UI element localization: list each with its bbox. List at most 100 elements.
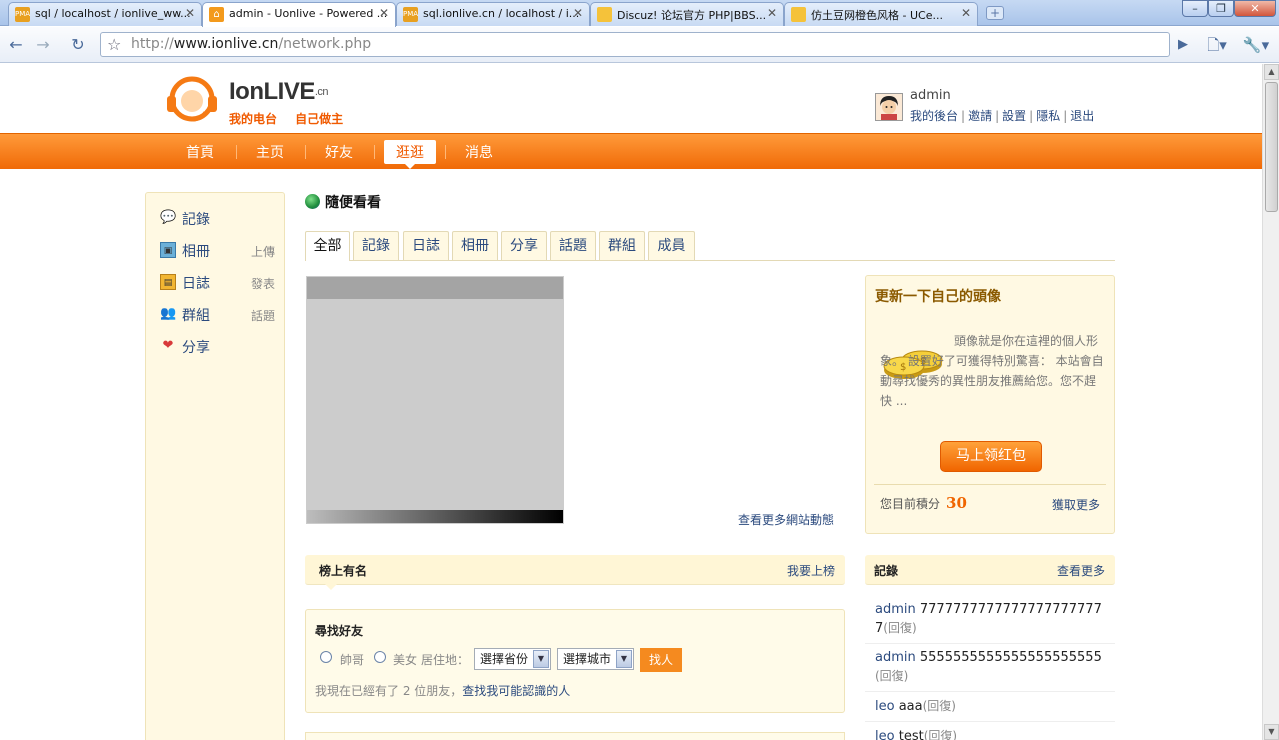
browser-tab-4[interactable]: Discuz! 论坛官方 PHP|BBS... ✕ xyxy=(590,2,784,26)
user-avatar-icon xyxy=(876,94,902,120)
tab-share[interactable]: 分享 xyxy=(501,231,547,260)
nav-item-home[interactable]: 首頁 xyxy=(186,142,214,162)
user-menu-settings-link[interactable]: 設置 xyxy=(1002,109,1026,123)
records-more-link[interactable]: 查看更多 xyxy=(1057,562,1105,579)
province-select[interactable]: 選擇省份 ▼ xyxy=(474,648,551,670)
forward-arrow-icon[interactable]: → xyxy=(30,33,56,57)
address-bar[interactable]: ☆ http://www.ionlive.cn/network.php xyxy=(100,32,1170,57)
sidebar-item-share[interactable]: ❤ 分享 xyxy=(160,336,275,356)
join-ranking-link[interactable]: 我要上榜 xyxy=(787,562,835,579)
site-logo[interactable]: IonLIVE.cn 我的电台 自己做主 xyxy=(165,70,365,126)
minimize-button[interactable]: – xyxy=(1182,0,1208,17)
brand-slogan: 我的电台 自己做主 xyxy=(229,112,344,126)
more-news-link[interactable]: 查看更多網站動態 xyxy=(738,511,834,528)
topics-link[interactable]: 話題 xyxy=(251,307,275,324)
close-tab-icon[interactable]: ✕ xyxy=(767,6,777,20)
find-people-button[interactable]: 找人 xyxy=(640,648,682,672)
list-item: leo aaa(回復) xyxy=(865,692,1115,722)
reply-link[interactable]: (回復) xyxy=(924,729,957,740)
promo-title: 更新一下自己的頭像 xyxy=(875,289,1001,305)
ranking-header: 榜上有名 我要上榜 xyxy=(305,555,845,590)
browser-tab-strip: PMA sql / localhost / ionlive_ww... ✕ ⌂ … xyxy=(0,0,1279,27)
nav-item-friends[interactable]: 好友 xyxy=(325,142,353,162)
browser-tab-2[interactable]: ⌂ admin - Uonlive - Powered ... ✕ xyxy=(202,2,396,27)
tab-albums[interactable]: 相冊 xyxy=(452,231,498,260)
nav-item-browse[interactable]: 逛逛 xyxy=(384,140,436,169)
url-host: www.ionlive.cn xyxy=(173,36,279,52)
friend-count-note: 我現在已經有了 2 位朋友，查找我可能認識的人 xyxy=(315,684,571,698)
find-known-people-link[interactable]: 查找我可能認識的人 xyxy=(462,684,570,698)
avatar[interactable] xyxy=(875,93,903,121)
reply-link[interactable]: (回復) xyxy=(883,621,916,635)
browser-toolbar: ← → ↻ ☆ http://www.ionlive.cn/network.ph… xyxy=(0,27,1279,63)
pma-favicon-icon: PMA xyxy=(15,7,30,22)
username[interactable]: admin xyxy=(910,88,951,103)
tab-all[interactable]: 全部 xyxy=(305,231,350,261)
headphones-logo-icon xyxy=(167,76,217,122)
user-menu-privacy-link[interactable]: 隱私 xyxy=(1036,109,1060,123)
post-link[interactable]: 發表 xyxy=(251,275,275,292)
tab-title: admin - Uonlive - Powered ... xyxy=(229,7,388,20)
record-user-link[interactable]: admin xyxy=(875,602,916,617)
sidebar-item-albums[interactable]: ▣ 相冊 上傳 xyxy=(160,240,275,260)
tab-members[interactable]: 成員 xyxy=(648,231,695,260)
reload-icon[interactable]: ↻ xyxy=(65,33,91,57)
page-viewport: IonLIVE.cn 我的电台 自己做主 admin 我的後台 | 邀請 | 設置 | 隱私… xyxy=(0,64,1262,740)
close-window-button[interactable]: ✕ xyxy=(1234,0,1276,17)
sidebar-item-label: 分享 xyxy=(182,340,210,356)
photo-icon: ▣ xyxy=(160,242,176,258)
close-tab-icon[interactable]: ✕ xyxy=(185,6,195,20)
male-radio[interactable] xyxy=(320,651,332,663)
tab-topics[interactable]: 話題 xyxy=(550,231,596,260)
sidebar-item-records[interactable]: 💬 記錄 xyxy=(160,208,275,228)
browser-tab-3[interactable]: PMA sql.ionlive.cn / localhost / i... ✕ xyxy=(396,2,590,26)
close-tab-icon[interactable]: ✕ xyxy=(573,6,583,20)
chat-favicon-icon xyxy=(597,7,612,22)
user-menu-logout-link[interactable]: 退出 xyxy=(1070,109,1094,123)
new-tab-button[interactable]: + xyxy=(986,6,1004,20)
list-item: admin 77777777777777777777777(回復) xyxy=(865,596,1115,644)
user-menu-backend-link[interactable]: 我的後台 xyxy=(910,109,958,123)
sidebar-item-groups[interactable]: 👥 群組 話題 xyxy=(160,304,275,324)
maximize-button[interactable]: ❐ xyxy=(1208,0,1234,17)
vertical-scrollbar[interactable]: ▲ ▼ xyxy=(1262,64,1279,740)
home-favicon-icon: ⌂ xyxy=(209,7,224,22)
page-menu-icon[interactable]: 🗋▾ xyxy=(1202,33,1232,57)
user-menu-invite-link[interactable]: 邀請 xyxy=(968,109,992,123)
record-user-link[interactable]: leo xyxy=(875,729,895,740)
reply-link[interactable]: (回復) xyxy=(923,699,956,713)
sidebar-item-blog[interactable]: ▤ 日誌 發表 xyxy=(160,272,275,292)
scroll-down-icon[interactable]: ▼ xyxy=(1264,724,1279,740)
tab-records[interactable]: 記錄 xyxy=(353,231,399,260)
male-label: 帥哥 xyxy=(340,653,365,667)
tab-blog[interactable]: 日誌 xyxy=(403,231,449,260)
nav-item-messages[interactable]: 消息 xyxy=(465,142,493,162)
go-arrow-icon[interactable]: ▶ xyxy=(1170,33,1196,57)
nav-item-profile[interactable]: 主页 xyxy=(256,142,284,162)
user-menu: 我的後台 | 邀請 | 設置 | 隱私 | 退出 xyxy=(910,109,1095,123)
female-radio[interactable] xyxy=(374,651,386,663)
site-header: IonLIVE.cn 我的电台 自己做主 admin 我的後台 | 邀請 | 設置 | 隱私… xyxy=(0,64,1262,133)
feed-slideshow[interactable] xyxy=(306,276,564,524)
chevron-down-icon: ▼ xyxy=(533,650,549,668)
earn-more-link[interactable]: 獲取更多 xyxy=(1052,496,1100,513)
bookmark-star-icon[interactable]: ☆ xyxy=(107,33,121,56)
tab-groups[interactable]: 群組 xyxy=(599,231,645,260)
scroll-up-icon[interactable]: ▲ xyxy=(1264,64,1279,80)
upload-link[interactable]: 上傳 xyxy=(251,243,275,260)
close-tab-icon[interactable]: ✕ xyxy=(961,6,971,20)
city-select[interactable]: 選擇城市 ▼ xyxy=(557,648,634,670)
chat-favicon-icon xyxy=(791,7,806,22)
notebook-icon: ▤ xyxy=(160,274,176,290)
scrollbar-thumb[interactable] xyxy=(1265,82,1278,212)
promo-description: 頭像就是你在這裡的個人形象。 設置好了可獲得特別驚喜： 本站會自動尋找優秀的異性… xyxy=(880,334,1104,408)
wrench-menu-icon[interactable]: 🔧▾ xyxy=(1240,33,1272,57)
claim-red-packet-button[interactable]: 马上领红包 xyxy=(940,441,1042,472)
browser-tab-5[interactable]: 仿土豆网橙色风格 - UCe... ✕ xyxy=(784,2,978,26)
reply-link[interactable]: (回復) xyxy=(875,669,908,683)
back-arrow-icon[interactable]: ← xyxy=(3,33,29,57)
close-tab-icon[interactable]: ✕ xyxy=(379,6,389,20)
record-user-link[interactable]: admin xyxy=(875,650,916,665)
browser-tab-1[interactable]: PMA sql / localhost / ionlive_ww... ✕ xyxy=(8,2,202,26)
record-user-link[interactable]: leo xyxy=(875,699,895,714)
